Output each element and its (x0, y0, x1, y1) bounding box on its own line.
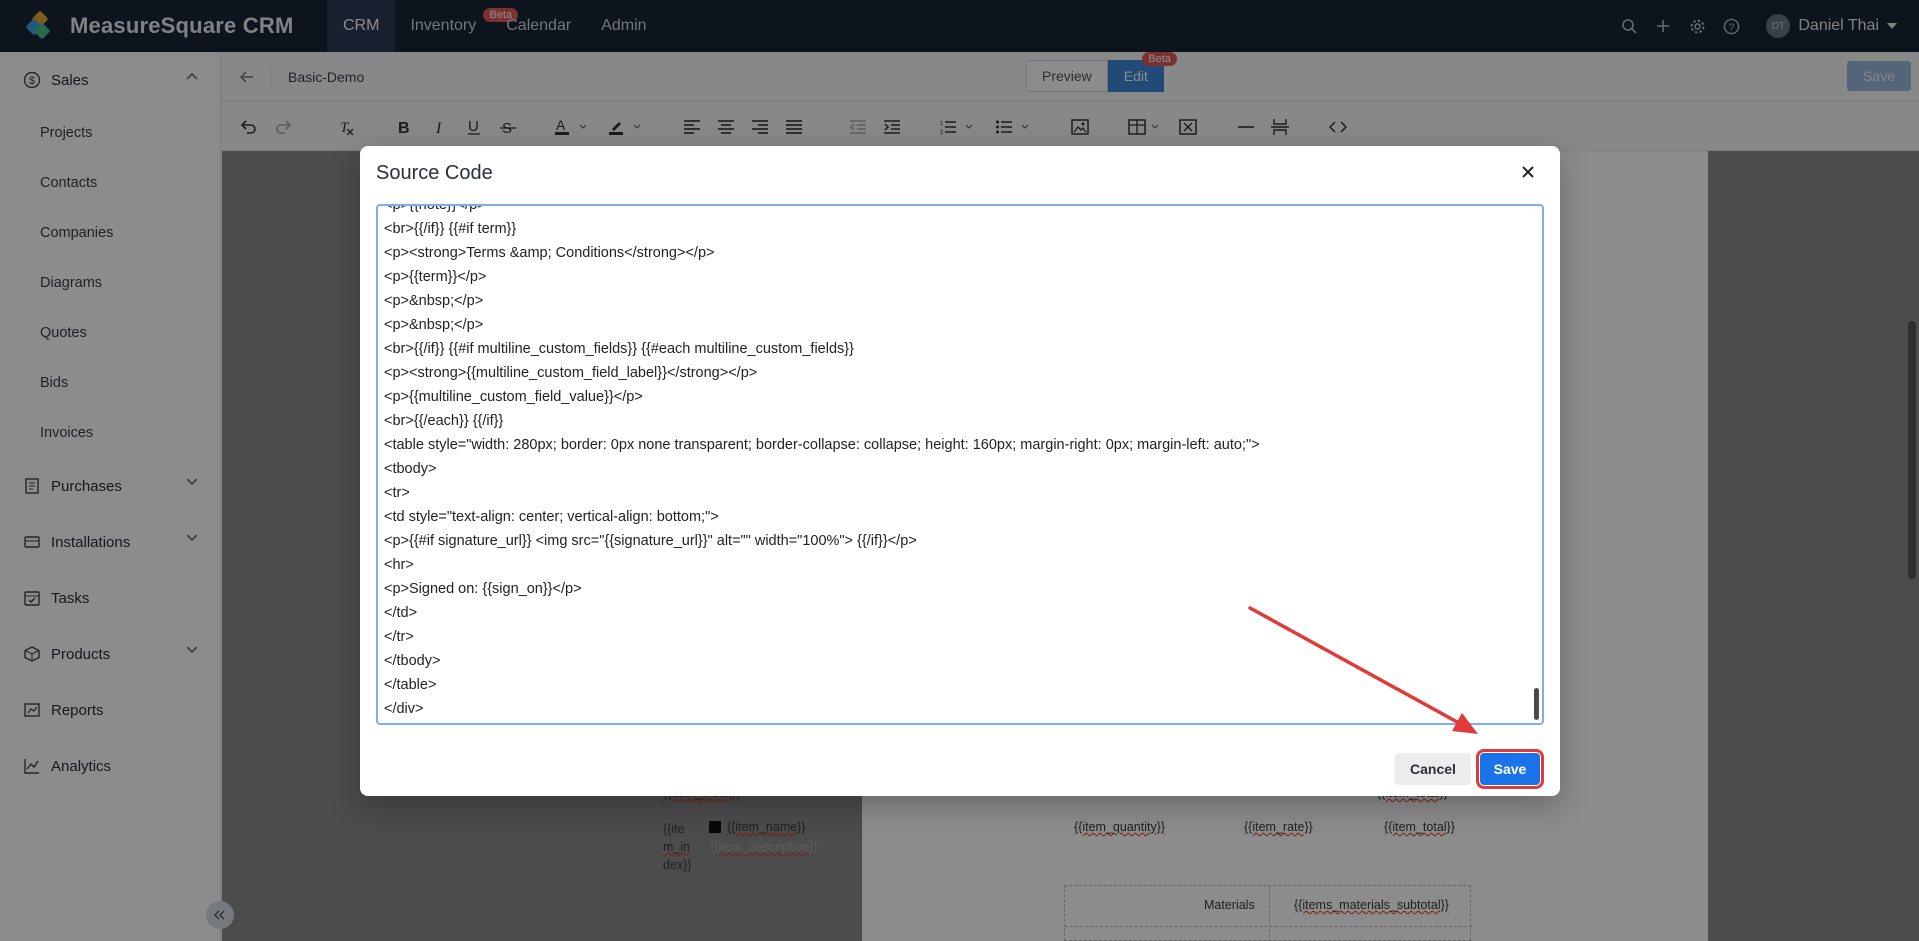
code-line: </tbody> (384, 653, 441, 669)
code-line: </div> (384, 701, 424, 717)
code-line: <p>&nbsp;</p> (384, 317, 484, 333)
code-line: <td style="text-align: center; vertical-… (384, 509, 719, 525)
modal-title: Source Code (376, 162, 493, 184)
save-button[interactable]: Save (1476, 749, 1544, 789)
code-line: </table> (384, 677, 437, 693)
code-line: <tbody> (384, 461, 437, 477)
close-icon[interactable] (1516, 160, 1540, 184)
code-line: <table style="width: 280px; border: 0px … (384, 437, 1260, 453)
code-line: <p>&nbsp;</p> (384, 293, 484, 309)
code-line: </tr> (384, 629, 414, 645)
source-code-modal: Source Code <p>{{note}}</p> <br>{{/if}} {… (360, 146, 1560, 796)
code-line: <p>{{note}}</p> (384, 204, 486, 213)
code-line: <p>{{multiline_custom_field_value}}</p> (384, 389, 643, 405)
code-line: <p>Signed on: {{sign_on}}</p> (384, 581, 582, 597)
code-line: <br>{{/if}} {{#if multiline_custom_field… (384, 341, 854, 357)
code-line: <p>{{#if signature_url}} <img src="{{sig… (384, 533, 917, 549)
cancel-button[interactable]: Cancel (1395, 753, 1471, 785)
source-code-text: <p>{{note}}</p> <br>{{/if}} {{#if term}} <… (384, 204, 1524, 721)
code-line: <p>{{term}}</p> (384, 269, 487, 285)
code-line: <p><strong>{{multiline_custom_field_labe… (384, 365, 758, 381)
source-code-textarea[interactable]: <p>{{note}}</p> <br>{{/if}} {{#if term}} <… (376, 204, 1544, 725)
textarea-scroll-thumb[interactable] (1534, 688, 1539, 720)
code-line: <br>{{/each}} {{/if}} (384, 413, 504, 429)
code-line: <tr> (384, 485, 410, 501)
code-line: </td> (384, 605, 418, 621)
code-line: <p><strong>Terms &amp; Conditions</stron… (384, 245, 715, 261)
code-line: <hr> (384, 557, 414, 573)
code-line: <br>{{/if}} {{#if term}} (384, 221, 517, 237)
